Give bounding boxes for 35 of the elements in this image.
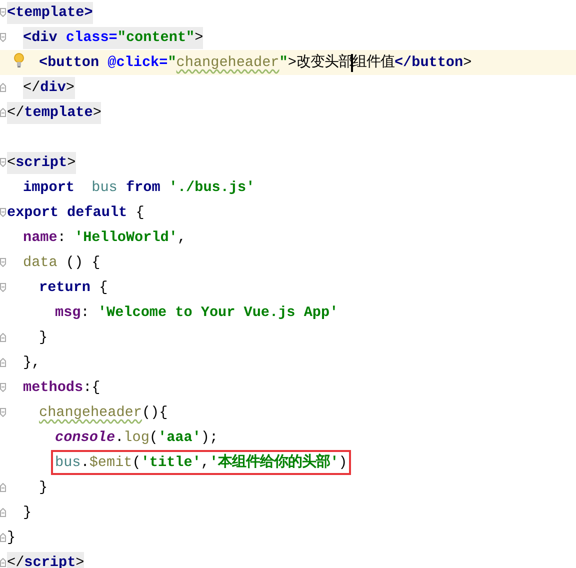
fold-icon[interactable] <box>0 383 6 392</box>
code-line: </div> <box>23 75 75 100</box>
fold-icon[interactable] <box>0 83 6 92</box>
code-line: <script> <box>7 150 76 175</box>
code-line: }, <box>23 354 40 372</box>
lightbulb-icon[interactable] <box>14 53 24 68</box>
fold-icon[interactable] <box>0 258 6 267</box>
fold-icon[interactable] <box>0 158 6 167</box>
code-line: </template> <box>7 100 102 125</box>
code-line: changeheader(){ <box>39 404 168 422</box>
fold-icon[interactable] <box>0 33 6 42</box>
fold-icon[interactable] <box>0 108 6 117</box>
fold-icon[interactable] <box>0 408 6 417</box>
code-line: } <box>23 504 32 522</box>
fold-icon[interactable] <box>0 283 6 292</box>
fold-icon[interactable] <box>0 533 6 542</box>
code-line: msg: 'Welcome to Your Vue.js App' <box>55 304 338 322</box>
code-line: methods:{ <box>23 378 100 398</box>
fold-icon[interactable] <box>0 333 6 342</box>
fold-icon[interactable] <box>0 483 6 492</box>
fold-icon[interactable] <box>0 508 6 517</box>
code-line: data () { <box>23 254 100 272</box>
fold-icon[interactable] <box>0 558 6 567</box>
code-line: name: 'HelloWorld', <box>23 228 186 248</box>
fold-icon[interactable] <box>0 208 6 217</box>
code-line: console.log('aaa'); <box>55 428 218 448</box>
code-line: export default { <box>7 204 144 222</box>
code-line: import bus from './bus.js' <box>23 178 255 198</box>
code-line: } <box>7 528 16 548</box>
code-line: } <box>39 478 48 498</box>
fold-icon[interactable] <box>0 8 6 17</box>
code-line: } <box>39 328 48 348</box>
code-line: <div class="content"> <box>23 25 204 50</box>
code-line: return { <box>39 278 108 298</box>
fold-icon[interactable] <box>0 358 6 367</box>
